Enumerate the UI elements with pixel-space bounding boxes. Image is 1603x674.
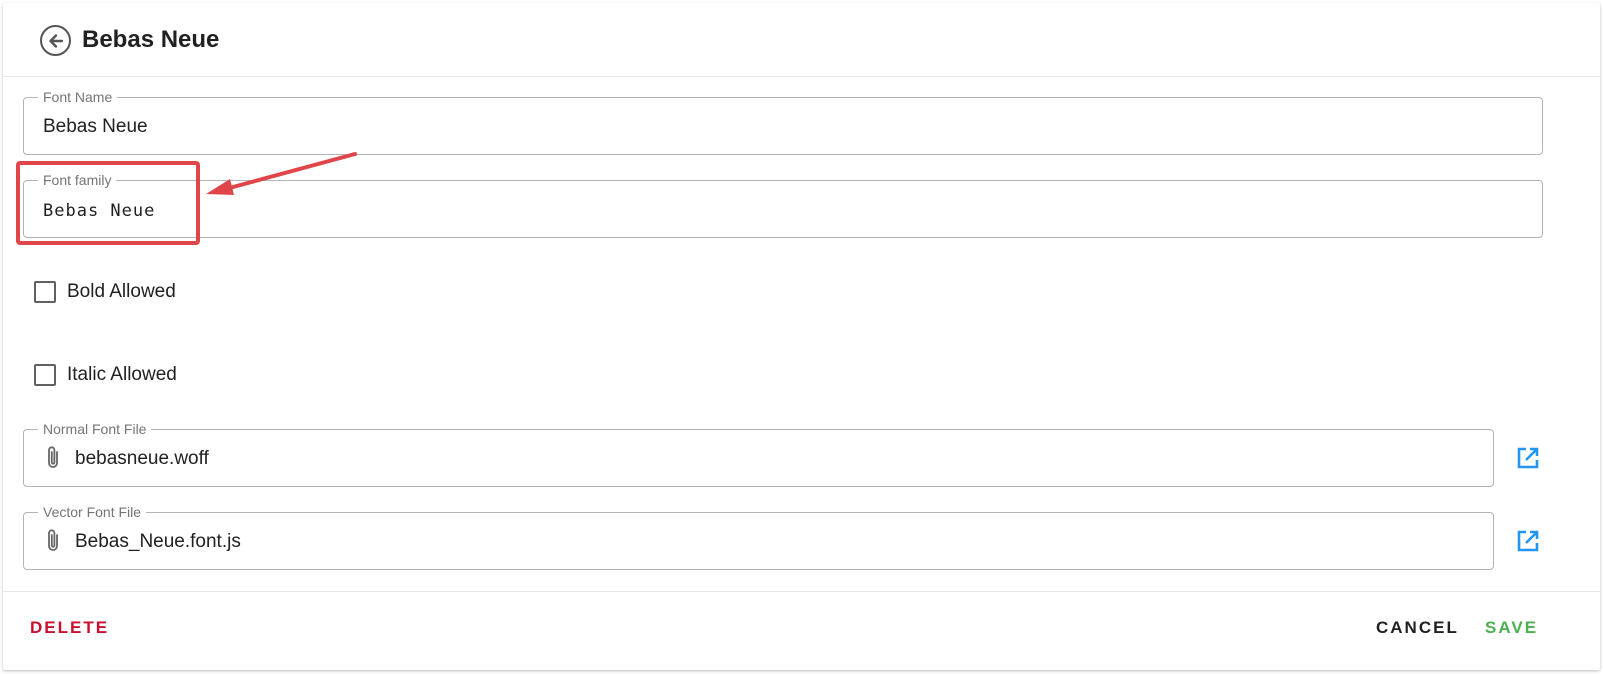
bold-allowed-checkbox-row[interactable]: Bold Allowed	[34, 278, 176, 306]
cancel-button[interactable]: CANCEL	[1376, 618, 1459, 638]
paperclip-icon	[48, 529, 58, 551]
vector-font-file-value: Bebas_Neue.font.js	[75, 531, 241, 552]
save-button[interactable]: SAVE	[1485, 618, 1538, 638]
bold-allowed-label: Bold Allowed	[67, 281, 176, 302]
open-normal-font-file-icon[interactable]	[1514, 444, 1542, 472]
italic-allowed-label: Italic Allowed	[67, 364, 177, 385]
font-name-value: Bebas Neue	[43, 116, 148, 137]
bold-allowed-checkbox[interactable]	[34, 281, 56, 303]
normal-font-file-label: Normal Font File	[38, 421, 152, 437]
vector-font-file-label: Vector Font File	[38, 504, 147, 520]
font-family-label: Font family	[38, 172, 117, 188]
paperclip-icon	[48, 446, 58, 468]
open-vector-font-file-icon[interactable]	[1514, 527, 1542, 555]
footer: DELETE CANCEL SAVE	[3, 591, 1600, 670]
back-button[interactable]	[40, 25, 71, 56]
vector-font-file-field[interactable]: Vector Font File Bebas_Neue.font.js	[23, 504, 1494, 570]
italic-allowed-checkbox-row[interactable]: Italic Allowed	[34, 361, 177, 389]
font-family-field[interactable]: Font family Bebas Neue	[23, 172, 1543, 238]
font-family-value: Bebas Neue	[43, 201, 156, 221]
arrow-left-icon	[48, 33, 63, 48]
italic-allowed-checkbox[interactable]	[34, 364, 56, 386]
font-name-label: Font Name	[38, 89, 118, 105]
normal-font-file-field[interactable]: Normal Font File bebasneue.woff	[23, 421, 1494, 487]
page-title: Bebas Neue	[82, 26, 220, 53]
font-editor-card: Bebas Neue Font Name Bebas Neue Font fam…	[3, 3, 1600, 670]
header: Bebas Neue	[3, 3, 1600, 77]
font-name-field[interactable]: Font Name Bebas Neue	[23, 89, 1543, 155]
normal-font-file-value: bebasneue.woff	[75, 448, 209, 469]
delete-button[interactable]: DELETE	[30, 618, 109, 638]
